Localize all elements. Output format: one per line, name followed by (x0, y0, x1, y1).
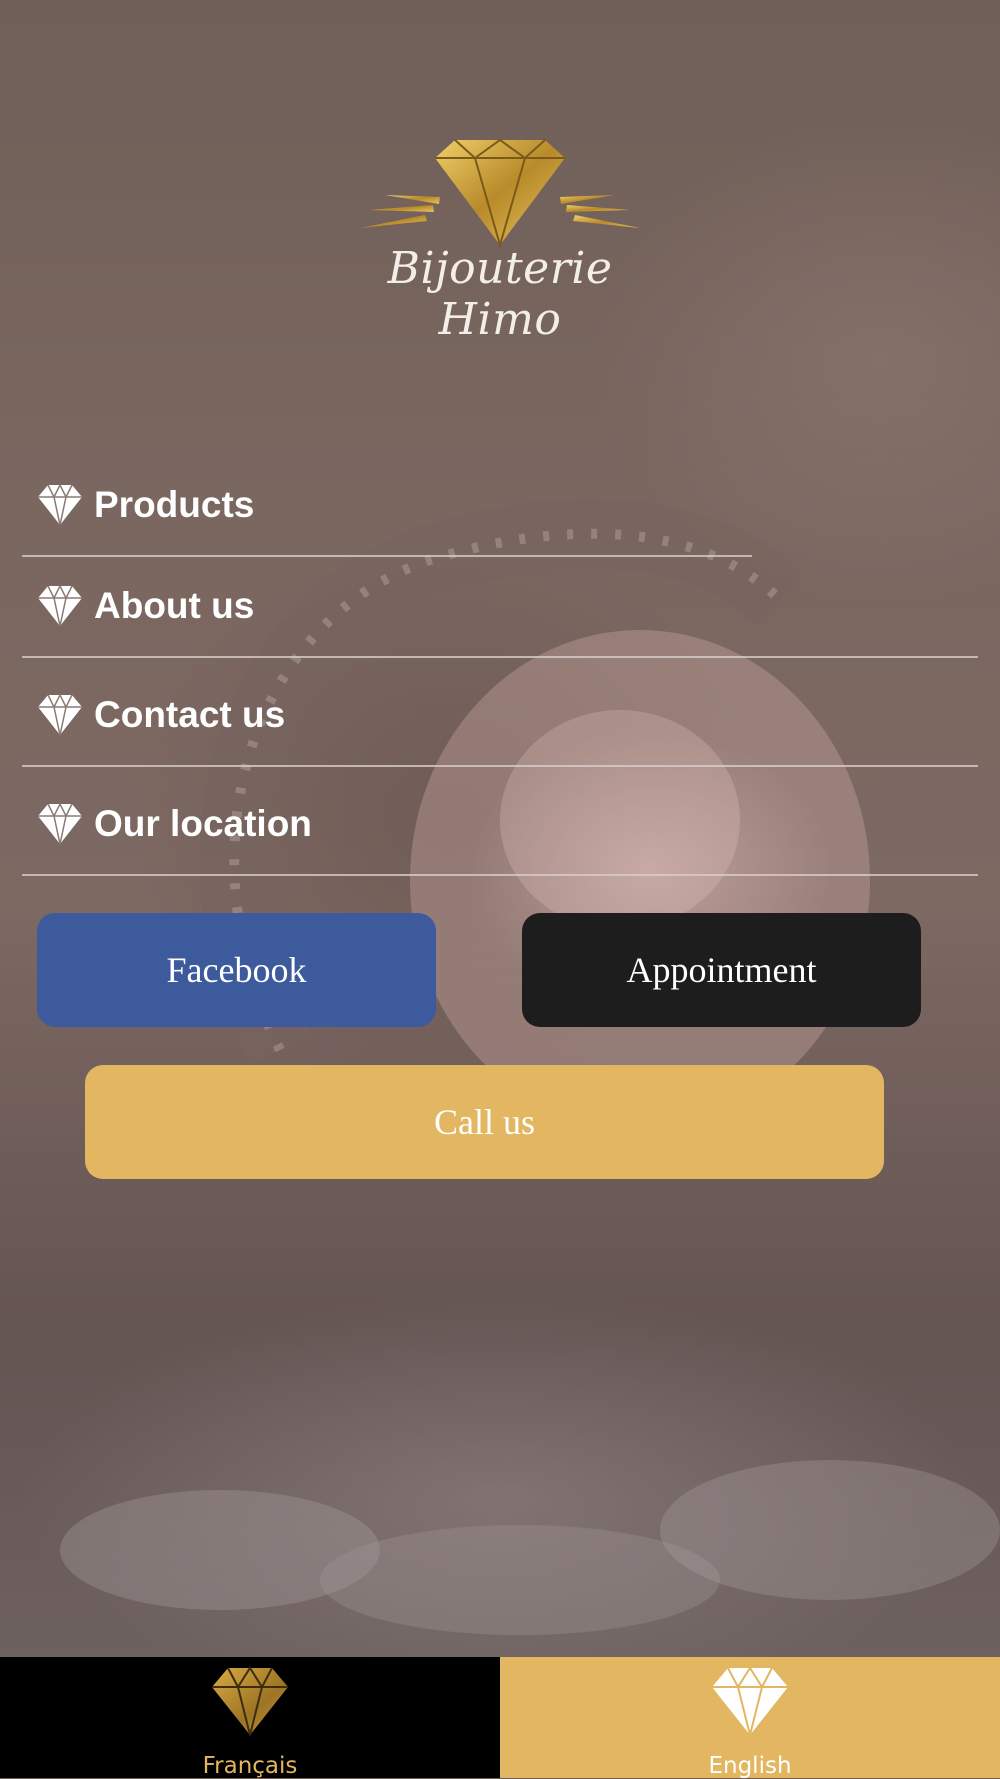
divider (22, 874, 978, 876)
diamond-logo-icon (360, 138, 640, 249)
menu-item-products[interactable]: Products (22, 455, 978, 555)
tab-francais[interactable]: Français (0, 1657, 500, 1779)
tab-english[interactable]: English (500, 1657, 1000, 1779)
menu-item-contact-us[interactable]: Contact us (22, 665, 978, 765)
appointment-button[interactable]: Appointment (522, 913, 921, 1027)
divider (22, 656, 978, 658)
brand-name: Bijouterie Himo (387, 243, 613, 345)
tab-label: English (708, 1753, 792, 1779)
diamond-icon (212, 1666, 288, 1736)
divider (22, 765, 978, 767)
tab-label: Français (202, 1753, 298, 1779)
call-us-button[interactable]: Call us (85, 1065, 884, 1179)
menu-item-label: About us (94, 585, 255, 626)
diamond-icon (38, 483, 82, 526)
facebook-button[interactable]: Facebook (37, 913, 436, 1027)
diamond-icon (38, 693, 82, 736)
diamond-icon (38, 802, 82, 845)
language-tab-bar: Français English (0, 1657, 1000, 1779)
menu-item-our-location[interactable]: Our location (22, 774, 978, 874)
menu-item-label: Products (94, 484, 255, 525)
menu-item-label: Contact us (94, 694, 286, 735)
menu-item-label: Our location (94, 803, 312, 844)
menu-item-about-us[interactable]: About us (22, 556, 978, 656)
brand-logo: Bijouterie Himo (355, 135, 645, 345)
diamond-icon (712, 1666, 788, 1736)
diamond-icon (38, 584, 82, 627)
